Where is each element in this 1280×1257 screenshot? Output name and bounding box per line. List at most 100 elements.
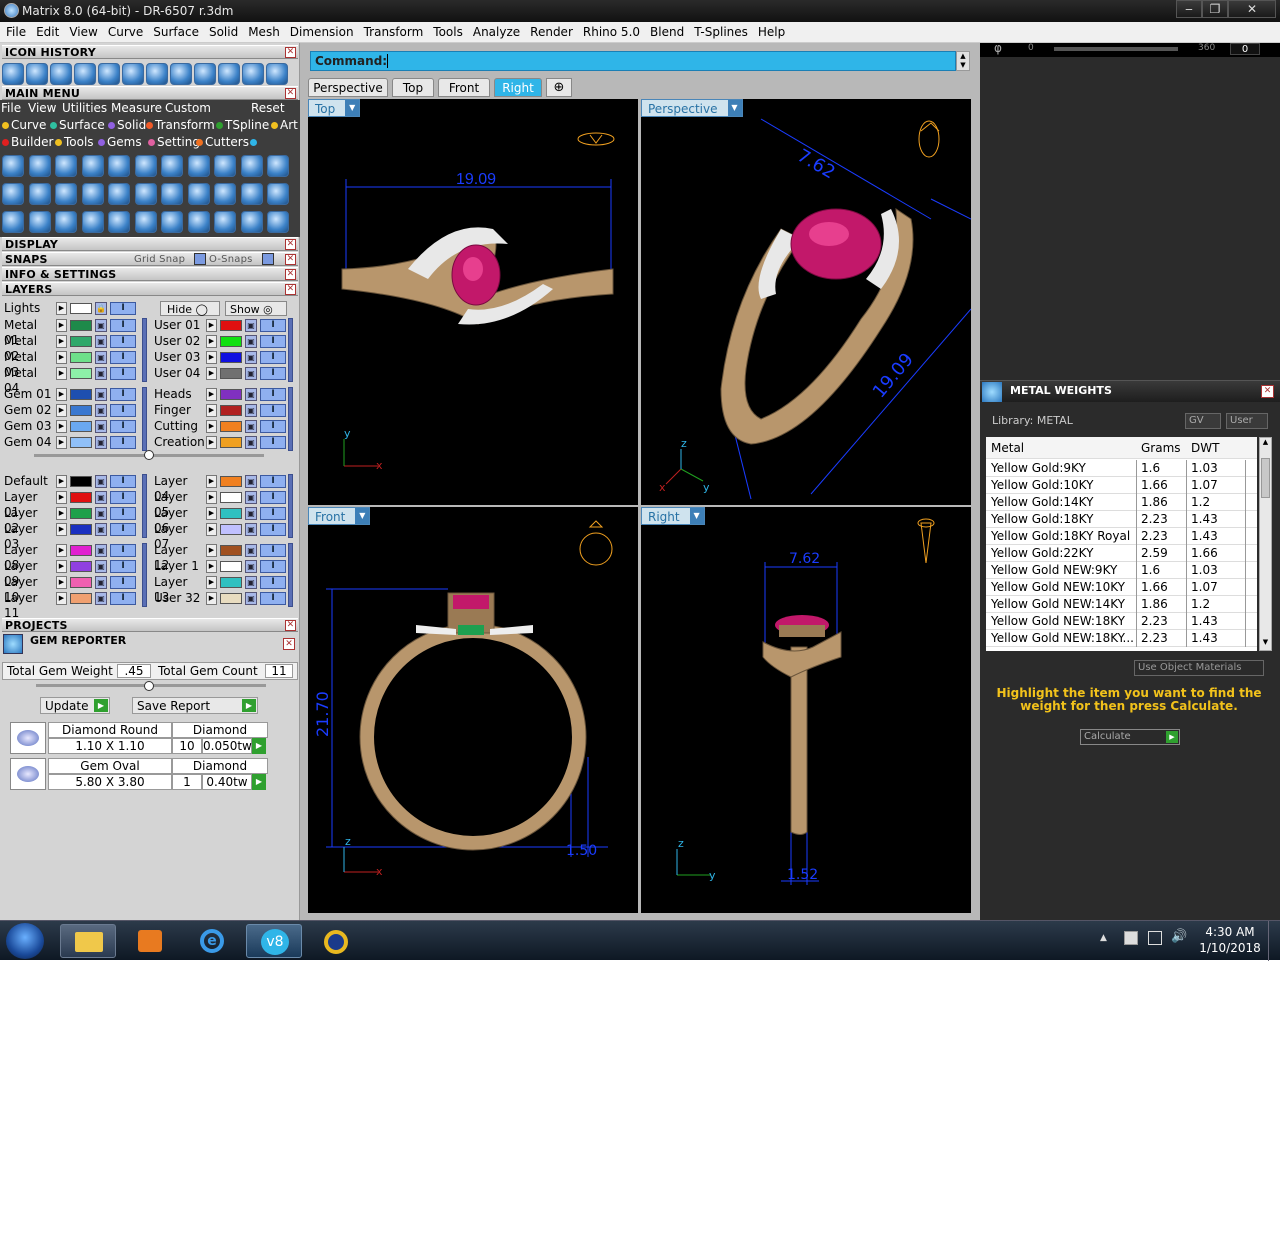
expand-arrow-icon[interactable]: ▶ xyxy=(56,523,67,536)
network-icon[interactable] xyxy=(1148,931,1162,945)
lock-icon[interactable]: ▣ xyxy=(95,560,107,573)
display-header[interactable]: DISPLAY ✕ xyxy=(2,237,298,251)
lock-icon[interactable]: ▣ xyxy=(95,388,107,401)
category-gems[interactable]: Gems xyxy=(98,134,142,151)
layer-row-user-01[interactable]: User 01 ▶ ▣ I xyxy=(154,318,294,333)
layer-color[interactable] xyxy=(220,577,242,588)
save-report-button[interactable]: Save Report ▶ xyxy=(132,697,258,714)
viewport-right[interactable]: Right ▼ 7.62 1.52 z y xyxy=(641,507,971,913)
category-tools[interactable]: Tools xyxy=(55,134,94,151)
viewport-top[interactable]: Top ▼ 19.09 y x xyxy=(308,99,638,505)
layer-row-layer-08[interactable]: Layer 08 ▶ ▣ I xyxy=(4,543,144,572)
visibility-toggle[interactable]: I xyxy=(110,576,136,589)
layer-row-layer-13[interactable]: Layer 13 ▶ ▣ I xyxy=(154,575,294,604)
layer-color[interactable] xyxy=(70,352,92,363)
category-builder[interactable]: Builder xyxy=(2,134,53,151)
visibility-toggle[interactable]: I xyxy=(110,388,136,401)
tool-icon[interactable] xyxy=(28,155,51,177)
layer-row-layer-02[interactable]: Layer 02 ▶ ▣ I xyxy=(4,506,144,535)
history-tool-icon[interactable] xyxy=(98,63,120,85)
layer-row-layer-01[interactable]: Layer 01 ▶ ▣ I xyxy=(4,490,144,519)
tab-perspective[interactable]: Perspective xyxy=(308,78,388,97)
action-center-icon[interactable] xyxy=(1124,931,1138,945)
visibility-toggle[interactable]: I xyxy=(110,544,136,557)
command-scroll[interactable]: ▲ ▼ xyxy=(956,51,970,71)
visibility-toggle[interactable]: I xyxy=(260,420,286,433)
visibility-toggle[interactable]: I xyxy=(110,491,136,504)
user-toggle[interactable]: User xyxy=(1226,413,1268,429)
layer-color[interactable] xyxy=(220,336,242,347)
visibility-toggle[interactable]: I xyxy=(260,319,286,332)
layer-color[interactable] xyxy=(70,476,92,487)
lock-icon[interactable]: ▣ xyxy=(245,319,257,332)
layer-color[interactable] xyxy=(220,437,242,448)
layer-row-heads[interactable]: Heads ▶ ▣ I xyxy=(154,387,294,402)
table-row[interactable]: Yellow Gold:9KY 1.6 1.03 xyxy=(986,460,1257,477)
ie-taskbar-icon[interactable]: e xyxy=(184,924,240,958)
mm-file[interactable]: File xyxy=(1,100,21,117)
visibility-toggle[interactable]: I xyxy=(110,335,136,348)
expand-arrow-icon[interactable]: ▶ xyxy=(206,351,217,364)
scroll-down-icon[interactable]: ▼ xyxy=(1260,638,1271,650)
o-snaps-toggle[interactable] xyxy=(262,253,274,265)
table-row[interactable]: Yellow Gold NEW:18KY 2.23 1.43 xyxy=(986,613,1257,630)
tool-icon[interactable] xyxy=(240,155,263,177)
layer-row-metal-03[interactable]: Metal 03 ▶ ▣ I xyxy=(4,350,144,379)
gv-toggle[interactable]: GV xyxy=(1185,413,1221,429)
layer-color[interactable] xyxy=(220,368,242,379)
menu-file[interactable]: File xyxy=(6,22,26,43)
expand-arrow-icon[interactable]: ▶ xyxy=(56,560,67,573)
layer-color[interactable] xyxy=(70,524,92,535)
layer-color[interactable] xyxy=(70,508,92,519)
ring-taskbar-icon[interactable] xyxy=(308,924,364,958)
category-curve[interactable]: Curve xyxy=(2,117,46,134)
tool-icon[interactable] xyxy=(267,155,289,177)
history-tool-icon[interactable] xyxy=(242,63,264,85)
history-tool-icon[interactable] xyxy=(266,63,288,85)
expand-arrow-icon[interactable]: ▶ xyxy=(206,388,217,401)
expand-arrow-icon[interactable]: ▶ xyxy=(206,420,217,433)
gem-entry[interactable]: Gem Oval Diamond 5.80 X 3.80 1 0.40tw ▶ xyxy=(10,758,268,790)
visibility-toggle[interactable]: I xyxy=(260,523,286,536)
layer-row-metal-02[interactable]: Metal 02 ▶ ▣ I xyxy=(4,334,144,363)
tray-expand-icon[interactable]: ▲ xyxy=(1100,933,1107,943)
expand-arrow-icon[interactable]: ▶ xyxy=(56,436,67,449)
visibility-toggle[interactable]: I xyxy=(110,367,136,380)
layer-row-layer-10[interactable]: Layer 10 ▶ ▣ I xyxy=(4,575,144,604)
expand-arrow-icon[interactable]: ▶ xyxy=(56,351,67,364)
start-button[interactable] xyxy=(6,923,44,959)
expand-arrow-icon[interactable]: ▶ xyxy=(206,436,217,449)
expand-arrow-icon[interactable]: ▶ xyxy=(206,560,217,573)
clock-time[interactable]: 4:30 AM xyxy=(1200,925,1260,939)
lock-icon[interactable]: ▣ xyxy=(95,576,107,589)
layer-row-gem-03[interactable]: Gem 03 ▶ ▣ I xyxy=(4,419,144,434)
menu-view[interactable]: View xyxy=(69,22,97,43)
expand-arrow-icon[interactable]: ▶ xyxy=(206,576,217,589)
history-tool-icon[interactable] xyxy=(122,63,144,85)
visibility-toggle[interactable]: I xyxy=(260,404,286,417)
visibility-toggle[interactable]: I xyxy=(260,491,286,504)
layer-color[interactable] xyxy=(70,561,92,572)
layer-row-gem-02[interactable]: Gem 02 ▶ ▣ I xyxy=(4,403,144,418)
lock-icon[interactable]: ▣ xyxy=(95,335,107,348)
clock-date[interactable]: 1/10/2018 xyxy=(1198,941,1262,955)
expand-arrow-icon[interactable]: ▶ xyxy=(206,404,217,417)
tool-icon[interactable] xyxy=(55,211,77,233)
layer-color[interactable] xyxy=(70,320,92,331)
history-tool-icon[interactable] xyxy=(2,63,24,85)
visibility-toggle[interactable]: I xyxy=(260,367,286,380)
layer-color[interactable] xyxy=(220,421,242,432)
lock-icon[interactable]: ▣ xyxy=(245,367,257,380)
tool-icon[interactable] xyxy=(81,155,104,177)
layer-color[interactable] xyxy=(220,545,242,556)
tool-icon[interactable] xyxy=(161,155,183,177)
close-icon[interactable]: ✕ xyxy=(285,269,296,280)
tool-icon[interactable] xyxy=(2,183,24,205)
tool-icon[interactable] xyxy=(214,183,236,205)
lock-icon[interactable]: ▣ xyxy=(95,351,107,364)
menu-tsplines[interactable]: T-Splines xyxy=(694,22,748,43)
layer-row-metal-01[interactable]: Metal 01 ▶ ▣ I xyxy=(4,318,144,347)
layer-row-layer-05[interactable]: Layer 05 ▶ ▣ I xyxy=(154,490,294,519)
layer-row-layer-03[interactable]: Layer 03 ▶ ▣ I xyxy=(4,522,144,551)
menu-edit[interactable]: Edit xyxy=(36,22,59,43)
